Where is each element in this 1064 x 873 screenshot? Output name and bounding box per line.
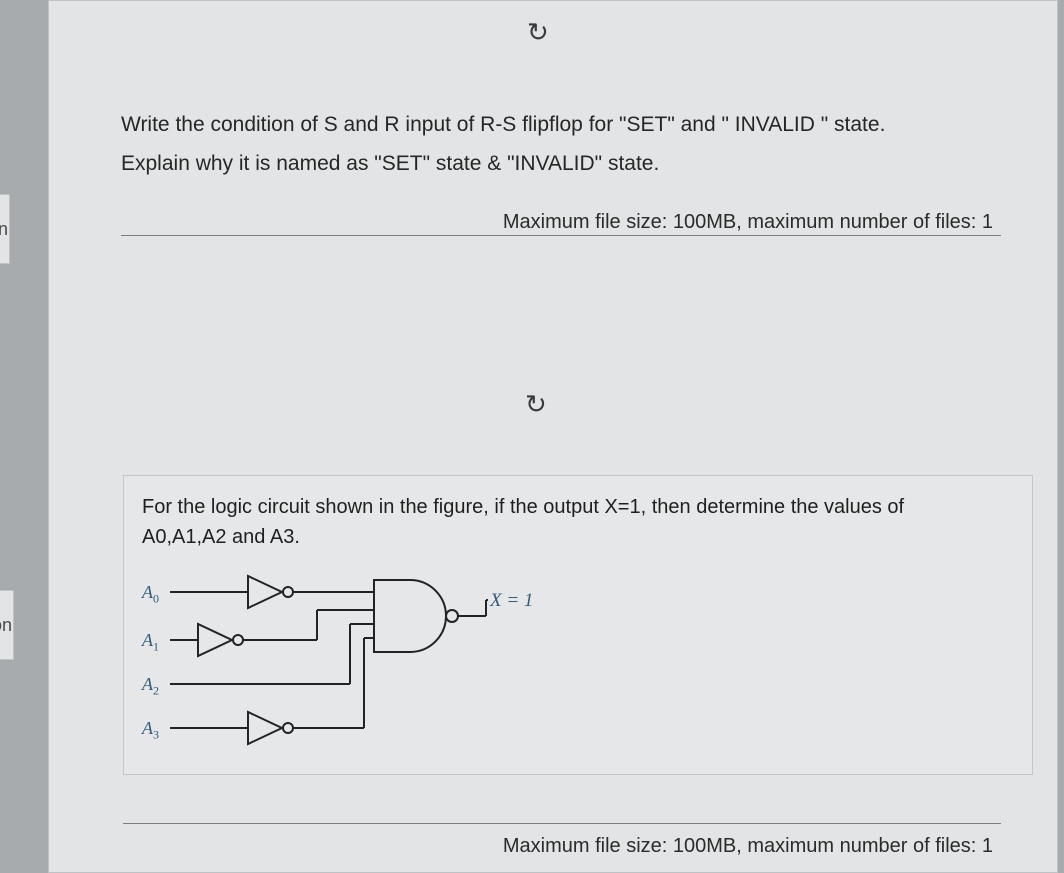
question-2-line1: For the logic circuit shown in the figur… <box>142 496 904 518</box>
upload-limit-note: Maximum file size: 100MB, maximum number… <box>503 835 993 858</box>
loading-spinner-icon: ↻ <box>527 17 549 48</box>
content-panel: ↻ Write the condition of S and R input o… <box>48 0 1058 873</box>
nav-stub: n <box>0 194 10 264</box>
upload-limit-note: Maximum file size: 100MB, maximum number… <box>503 211 993 234</box>
divider <box>123 823 1001 824</box>
question-1-text: Write the condition of S and R input of … <box>121 109 999 180</box>
input-label-a0: A0 <box>142 582 159 607</box>
question-1-line1: Write the condition of S and R input of … <box>121 109 999 142</box>
question-2-block: For the logic circuit shown in the figur… <box>123 475 1033 775</box>
question-2-line2: A0,A1,A2 and A3. <box>142 526 300 548</box>
loading-spinner-icon: ↻ <box>525 389 547 420</box>
input-label-a3: A3 <box>142 718 159 743</box>
question-1-line2: Explain why it is named as "SET" state &… <box>121 148 999 181</box>
nav-stub: on <box>0 590 14 660</box>
logic-circuit-diagram: A0 A1 A2 A3 X = 1 <box>142 574 562 764</box>
output-label: X = 1 <box>490 590 533 612</box>
input-label-a2: A2 <box>142 674 159 699</box>
divider <box>121 235 1001 236</box>
question-2-text: For the logic circuit shown in the figur… <box>142 492 1014 552</box>
input-label-a1: A1 <box>142 630 159 655</box>
